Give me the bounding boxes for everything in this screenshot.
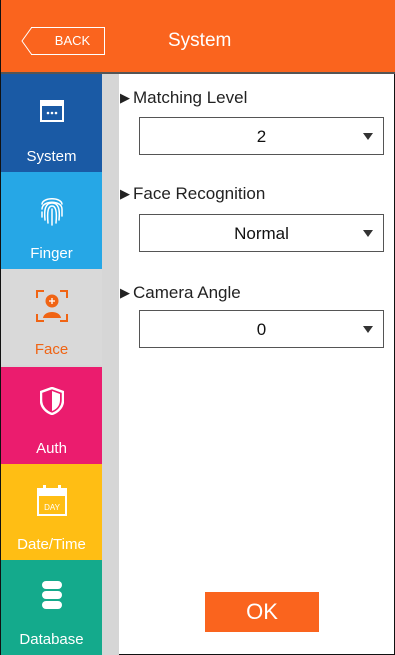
header-bar: BACK System bbox=[1, 0, 395, 73]
calendar-day-text: DAY bbox=[44, 503, 61, 512]
face-recognition-value: Normal bbox=[234, 224, 289, 243]
sidebar-item-date-time[interactable]: DAY Date/Time bbox=[1, 464, 102, 560]
sidebar-item-system[interactable]: System bbox=[1, 74, 102, 172]
sidebar-item-label: Finger bbox=[30, 245, 73, 262]
back-button-label: BACK bbox=[54, 33, 91, 48]
shield-icon bbox=[1, 387, 102, 423]
page-title: System bbox=[168, 30, 232, 51]
sidebar-item-label: Face bbox=[34, 341, 69, 358]
sidebar-item-label: Database bbox=[19, 631, 84, 648]
camera-angle-label: ▶ Camera Angle bbox=[120, 283, 241, 302]
dropdown-caret-icon bbox=[363, 230, 373, 237]
ok-button[interactable]: OK bbox=[205, 592, 319, 632]
sidebar-item-database[interactable]: Database bbox=[1, 560, 102, 655]
face-frame-icon bbox=[1, 289, 102, 325]
triangle-bullet-icon: ▶ bbox=[120, 186, 130, 201]
face-recognition-label: ▶ Face Recognition bbox=[120, 184, 266, 203]
dropdown-caret-icon bbox=[363, 326, 373, 333]
window-dots-icon bbox=[1, 94, 102, 130]
fingerprint-icon bbox=[1, 192, 102, 228]
matching-level-select[interactable]: 2 bbox=[139, 117, 384, 155]
matching-level-value: 2 bbox=[256, 127, 267, 146]
back-button[interactable]: BACK bbox=[21, 27, 105, 55]
camera-angle-value: 0 bbox=[256, 320, 267, 339]
dropdown-caret-icon bbox=[363, 133, 373, 140]
database-icon bbox=[1, 580, 102, 616]
sidebar-item-label: Auth bbox=[36, 440, 67, 457]
sidebar-item-auth[interactable]: Auth bbox=[1, 367, 102, 464]
back-arrow-icon bbox=[21, 27, 33, 55]
sidebar-item-finger[interactable]: Finger bbox=[1, 172, 102, 269]
triangle-bullet-icon: ▶ bbox=[120, 285, 130, 300]
sidebar-item-label: Date/Time bbox=[17, 536, 86, 553]
triangle-bullet-icon: ▶ bbox=[120, 90, 130, 105]
face-recognition-select[interactable]: Normal bbox=[139, 214, 384, 252]
calendar-day-icon: DAY bbox=[1, 484, 102, 520]
app-frame: BACK System System Finger Face Auth DAY … bbox=[0, 0, 395, 655]
camera-angle-select[interactable]: 0 bbox=[139, 310, 384, 348]
sidebar-item-label: System bbox=[26, 148, 77, 165]
sidebar-item-face[interactable]: Face bbox=[1, 269, 102, 365]
sidebar: System Finger Face Auth DAY Date/Time Da… bbox=[1, 74, 119, 655]
matching-level-label: ▶ Matching Level bbox=[120, 88, 248, 107]
